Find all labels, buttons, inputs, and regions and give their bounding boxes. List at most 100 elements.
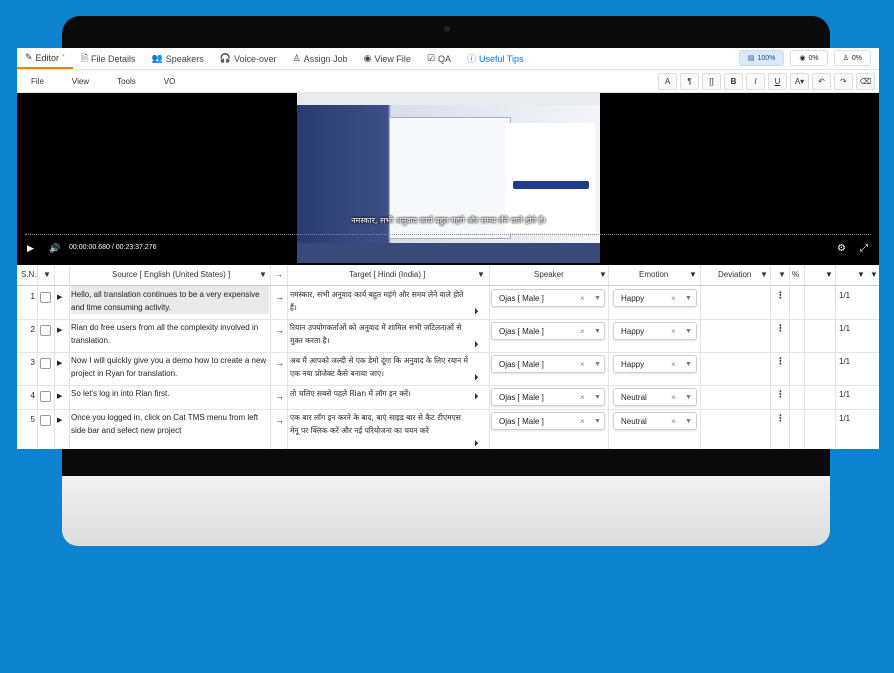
chevron-down-icon[interactable]: ▼ [685,413,692,431]
speaker-select[interactable]: Ojas [ Male ] × ▼ [491,355,605,373]
speaker-select[interactable]: Ojas [ Male ] × ▼ [491,322,605,340]
redo-button[interactable]: ↷ [834,73,853,90]
clear-icon[interactable]: × [671,413,676,431]
chevron-down-icon[interactable]: ▼ [685,356,692,374]
filter-icon[interactable]: ▼ [760,265,768,285]
tab-view-file[interactable]: ◉ View File [356,48,419,69]
play-circle-icon[interactable]: ⏵ [474,306,479,317]
table-row[interactable]: 1 ▶ Hello, all translation continues to … [17,286,879,320]
source-text[interactable]: So let's log in into Rian first. [71,385,269,400]
play-icon[interactable]: ▶ [57,359,62,367]
filter-icon[interactable]: ▼ [870,265,878,285]
menu-tools[interactable]: Tools [103,77,150,86]
clear-icon[interactable]: × [671,356,676,374]
assigned-pill[interactable]: ♙ 0% [833,50,871,66]
tab-assign-job[interactable]: ♙ Assign Job [285,48,356,69]
play-circle-icon[interactable]: ⏵ [474,372,479,383]
emotion-select[interactable]: Happy × ▼ [613,322,697,340]
tab-file-details[interactable]: 🗎 File Details [73,48,144,69]
more-menu-icon[interactable]: ⋮ [776,389,785,400]
play-circle-icon[interactable]: ⏵ [474,438,479,449]
clear-icon[interactable]: × [671,323,676,341]
chevron-down-icon[interactable]: ▼ [594,356,601,374]
fullscreen-icon[interactable]: ⤢ [860,243,868,254]
emotion-select[interactable]: Neutral × ▼ [613,388,697,406]
tab-useful-tips[interactable]: ⓘ Useful Tips [459,48,532,69]
speaker-select[interactable]: Ojas [ Male ] × ▼ [491,412,605,430]
font-size-button[interactable]: A▾ [790,73,809,90]
speaker-select[interactable]: Ojas [ Male ] × ▼ [491,289,605,307]
target-text[interactable]: तो चलिए सबसे पहले Rian में लॉग इन करें। [290,385,470,400]
chevron-down-icon[interactable]: ▼ [685,389,692,407]
chevron-down-icon[interactable]: ▼ [594,413,601,431]
tab-editor[interactable]: ✎ Editor * [17,48,73,69]
tab-speakers[interactable]: 👥 Speakers [144,48,212,69]
chevron-down-icon[interactable]: ▼ [594,290,601,308]
source-text[interactable]: Rian do free users from all the complexi… [71,319,269,347]
source-text[interactable]: Once you logged in, click on Cat TMS men… [71,409,269,437]
target-text[interactable]: एक बार लॉग इन करने के बाद, बाएं साइड बार… [290,409,470,437]
target-text[interactable]: रियान उपयोगकर्ताओं को अनुवाद में शामिल स… [290,319,470,347]
video-player[interactable]: नमस्कार, सभी अनुवाद कार्य बहुत महंगे और … [17,93,879,265]
settings-icon[interactable]: ⚙ [837,243,846,254]
tab-qa[interactable]: ☑ QA [419,48,459,69]
tab-voice-over[interactable]: 🎧 Voice-over [212,48,285,69]
menu-vo[interactable]: VO [150,77,190,86]
underline-button[interactable]: U [768,73,787,90]
video-progress-track[interactable] [25,234,871,236]
brackets-button[interactable]: [] [702,73,721,90]
more-menu-icon[interactable]: ⋮ [776,290,785,301]
filter-icon[interactable]: ▼ [259,265,267,285]
filter-icon[interactable]: ▼ [477,265,485,285]
filter-icon[interactable]: ▼ [778,265,786,285]
highlight-button[interactable]: A [658,73,677,90]
more-menu-icon[interactable]: ⋮ [776,413,785,424]
clear-icon[interactable]: × [580,389,585,407]
clear-icon[interactable]: × [580,356,585,374]
row-checkbox[interactable] [40,358,51,369]
play-circle-icon[interactable]: ⏵ [474,391,479,402]
chevron-down-icon[interactable]: ▼ [685,323,692,341]
chevron-down-icon[interactable]: ▼ [594,389,601,407]
menu-file[interactable]: File [17,77,58,86]
progress-pill[interactable]: ▤ 100% [738,50,785,66]
filter-icon[interactable]: ▼ [43,265,51,285]
row-checkbox[interactable] [40,415,51,426]
bold-button[interactable]: B [724,73,743,90]
emotion-select[interactable]: Happy × ▼ [613,355,697,373]
filter-icon[interactable]: ▼ [825,265,833,285]
source-text[interactable]: Hello, all translation continues to be a… [71,286,269,314]
clear-icon[interactable]: × [580,323,585,341]
row-checkbox[interactable] [40,292,51,303]
volume-icon[interactable]: 🔊 [49,243,60,254]
clear-icon[interactable]: × [580,290,585,308]
source-text[interactable]: Now I will quickly give you a demo how t… [71,352,269,380]
chevron-down-icon[interactable]: ▼ [685,290,692,308]
play-icon[interactable]: ▶ [57,326,62,334]
row-checkbox[interactable] [40,391,51,402]
chevron-down-icon[interactable]: ▼ [594,323,601,341]
play-icon[interactable]: ▶ [57,293,62,301]
filter-icon[interactable]: ▼ [857,265,865,285]
filter-icon[interactable]: ▼ [689,265,697,285]
target-text[interactable]: नमस्कार, सभी अनुवाद कार्य बहुत महंगे और … [290,286,470,314]
italic-button[interactable]: I [746,73,765,90]
play-icon[interactable]: ▶ [57,416,62,424]
clear-icon[interactable]: × [671,389,676,407]
play-circle-icon[interactable]: ⏵ [474,339,479,350]
table-row[interactable]: 5 ▶ Once you logged in, click on Cat TMS… [17,409,879,449]
pilcrow-button[interactable]: ¶ [680,73,699,90]
play-icon[interactable]: ▶ [57,392,62,400]
target-text[interactable]: अब मैं आपको जल्दी से एक डेमो दूंगा कि अन… [290,352,470,380]
more-menu-icon[interactable]: ⋮ [776,323,785,334]
eraser-button[interactable]: ⌫ [856,73,875,90]
clear-icon[interactable]: × [580,413,585,431]
play-icon[interactable]: ▶ [27,243,34,254]
emotion-select[interactable]: Neutral × ▼ [613,412,697,430]
undo-button[interactable]: ↶ [812,73,831,90]
table-row[interactable]: 2 ▶ Rian do free users from all the comp… [17,319,879,353]
speaker-select[interactable]: Ojas [ Male ] × ▼ [491,388,605,406]
emotion-select[interactable]: Happy × ▼ [613,289,697,307]
menu-view[interactable]: View [58,77,103,86]
filter-icon[interactable]: ▼ [599,265,607,285]
